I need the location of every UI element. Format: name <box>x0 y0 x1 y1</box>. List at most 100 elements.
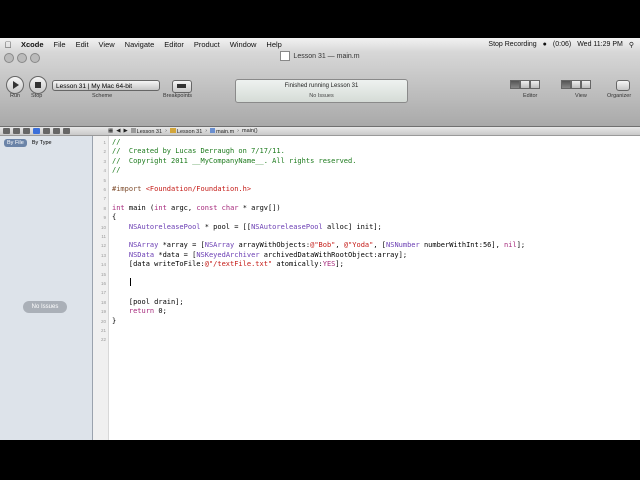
version-editor-button[interactable] <box>530 80 540 89</box>
assistant-editor-button[interactable] <box>520 80 530 89</box>
issue-filter-control: By File By Type <box>4 139 55 147</box>
view-control <box>561 80 591 89</box>
code-line[interactable]: return 0; <box>112 307 167 316</box>
breakpoints-button[interactable] <box>172 80 192 93</box>
issue-navigator-tab[interactable] <box>33 128 40 134</box>
battery-status[interactable]: (0:06) <box>553 41 571 48</box>
line-number: 14 <box>100 262 106 268</box>
window-toolbar: Lesson 31 — main.m Run Stop Lesson 31 | … <box>0 51 640 127</box>
menu-help[interactable]: Help <box>261 40 286 49</box>
stop-button[interactable] <box>29 76 47 94</box>
project-icon <box>130 127 136 133</box>
code-line[interactable]: [data writeToFile:@"/textFile.txt" atomi… <box>112 260 344 269</box>
menu-view[interactable]: View <box>94 40 120 49</box>
symbol-navigator-tab[interactable] <box>13 128 20 134</box>
log-navigator-tab[interactable] <box>63 128 70 134</box>
crumb-project[interactable]: Lesson 31 <box>130 127 163 135</box>
line-number: 6 <box>103 187 106 192</box>
breadcrumb: ▦ ◀ ▶ Lesson 31 › Lesson 31 › main.m › m… <box>108 127 258 135</box>
run-button[interactable] <box>6 76 24 94</box>
menu-file[interactable]: File <box>49 40 71 49</box>
menu-bar:  Xcode File Edit View Navigate Editor P… <box>0 38 640 52</box>
line-number: 10 <box>100 224 106 230</box>
code-line[interactable]: } <box>112 317 116 326</box>
organizer-label: Organizer <box>607 93 632 99</box>
menu-clock[interactable]: Wed 11:29 PM <box>577 41 623 48</box>
code-line[interactable]: NSData *data = [NSKeyedArchiver archived… <box>112 251 407 260</box>
line-number: 13 <box>100 252 106 258</box>
source-editor[interactable]: //// Created by Lucas Derraugh on 7/17/1… <box>109 136 640 440</box>
standard-editor-button[interactable] <box>510 80 520 89</box>
document-icon <box>280 51 291 62</box>
utilities-toggle-button[interactable] <box>581 80 591 89</box>
code-line[interactable]: // <box>112 138 120 147</box>
crumb-group-label: Lesson 31 <box>176 128 203 135</box>
code-line[interactable]: int main (int argc, const char * argv[]) <box>112 204 281 213</box>
menu-window[interactable]: Window <box>225 40 262 49</box>
code-line[interactable]: { <box>112 213 116 222</box>
code-line[interactable]: NSArray *array = [NSArray arrayWithObjec… <box>112 241 525 250</box>
line-number: 9 <box>103 215 106 221</box>
forward-arrow-icon[interactable]: ▶ <box>123 128 127 134</box>
search-navigator-tab[interactable] <box>23 128 30 134</box>
line-number: 1 <box>103 140 106 145</box>
crumb-separator-icon: › <box>165 128 167 134</box>
scheme-popup[interactable]: Lesson 31 | My Mac 64-bit <box>52 80 160 91</box>
spotlight-icon[interactable]: ⚲ <box>629 41 634 49</box>
line-number: 5 <box>103 177 106 183</box>
window-title-text: Lesson 31 — main.m <box>293 53 360 60</box>
menu-edit[interactable]: Edit <box>71 40 94 49</box>
breakpoints-label: Breakpoints <box>163 93 193 99</box>
stop-recording-item[interactable]: Stop Recording <box>488 41 536 48</box>
activity-status: Finished running Lesson 31 <box>284 83 359 89</box>
line-number: 21 <box>100 328 106 333</box>
crumb-file-label: main.m <box>216 128 235 135</box>
line-number: 17 <box>100 290 106 296</box>
wifi-icon[interactable]: ● <box>543 41 547 48</box>
code-line[interactable]: // Created by Lucas Derraugh on 7/17/11. <box>112 147 285 156</box>
crumb-function[interactable]: main() <box>242 128 258 134</box>
code-line[interactable]: // Copyright 2011 __MyCompanyName__. All… <box>112 157 356 166</box>
by-type-button[interactable]: By Type <box>29 139 55 147</box>
debug-area-toggle-button[interactable] <box>571 80 581 89</box>
apple-menu-icon[interactable]:  <box>0 40 16 50</box>
menu-navigate[interactable]: Navigate <box>120 40 160 49</box>
navigator-toggle-button[interactable] <box>561 80 571 89</box>
menu-extras: Stop Recording ● (0:06) Wed 11:29 PM ⚲ <box>488 41 640 49</box>
project-navigator-tab[interactable] <box>3 128 10 134</box>
line-number: 22 <box>100 337 106 343</box>
crumb-project-label: Lesson 31 <box>136 128 163 135</box>
line-number: 3 <box>103 158 106 164</box>
code-line[interactable]: // <box>112 166 120 175</box>
line-number: 8 <box>103 205 106 211</box>
crumb-file[interactable]: main.m <box>210 127 235 135</box>
line-number: 4 <box>103 168 106 174</box>
line-number: 18 <box>100 299 106 305</box>
editor-mode-control <box>510 80 540 89</box>
folder-icon <box>169 127 176 133</box>
menu-editor[interactable]: Editor <box>159 40 189 49</box>
code-line[interactable]: NSAutoreleasePool * pool = [[NSAutorelea… <box>112 223 382 232</box>
stop-label: Stop <box>31 93 43 99</box>
menu-xcode[interactable]: Xcode <box>16 40 49 49</box>
line-number: 7 <box>103 196 106 202</box>
issue-navigator: By File By Type No Issues + <box>0 136 93 440</box>
line-number: 2 <box>103 149 106 155</box>
by-file-button[interactable]: By File <box>4 139 27 147</box>
related-files-icon[interactable]: ▦ <box>108 128 113 134</box>
organizer-button[interactable] <box>616 80 630 91</box>
line-number: 12 <box>100 243 106 249</box>
breakpoint-navigator-tab[interactable] <box>53 128 60 134</box>
debug-navigator-tab[interactable] <box>43 128 50 134</box>
m-file-icon <box>210 127 216 133</box>
view-label: View <box>575 93 587 99</box>
jump-bar: ▦ ◀ ▶ Lesson 31 › Lesson 31 › main.m › m… <box>0 127 640 136</box>
code-line[interactable]: #import <Foundation/Foundation.h> <box>112 185 251 194</box>
text-cursor <box>130 278 131 286</box>
code-line[interactable]: [pool drain]; <box>112 298 184 307</box>
line-number: 11 <box>101 234 106 239</box>
crumb-group[interactable]: Lesson 31 <box>169 127 203 135</box>
back-arrow-icon[interactable]: ◀ <box>116 128 120 134</box>
no-issues-badge: No Issues <box>23 301 67 313</box>
menu-product[interactable]: Product <box>189 40 225 49</box>
